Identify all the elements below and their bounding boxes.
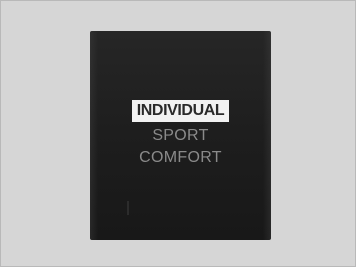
drive-mode-menu: INDIVIDUAL SPORT COMFORT [90,100,271,169]
menu-item-individual[interactable]: INDIVIDUAL [131,100,230,122]
menu-item-comfort[interactable]: COMFORT [133,147,228,169]
screen-reflection [127,201,129,215]
menu-item-sport[interactable]: SPORT [146,125,214,147]
figure-frame: INDIVIDUAL SPORT COMFORT [0,0,356,267]
display-screen: INDIVIDUAL SPORT COMFORT [90,31,271,240]
